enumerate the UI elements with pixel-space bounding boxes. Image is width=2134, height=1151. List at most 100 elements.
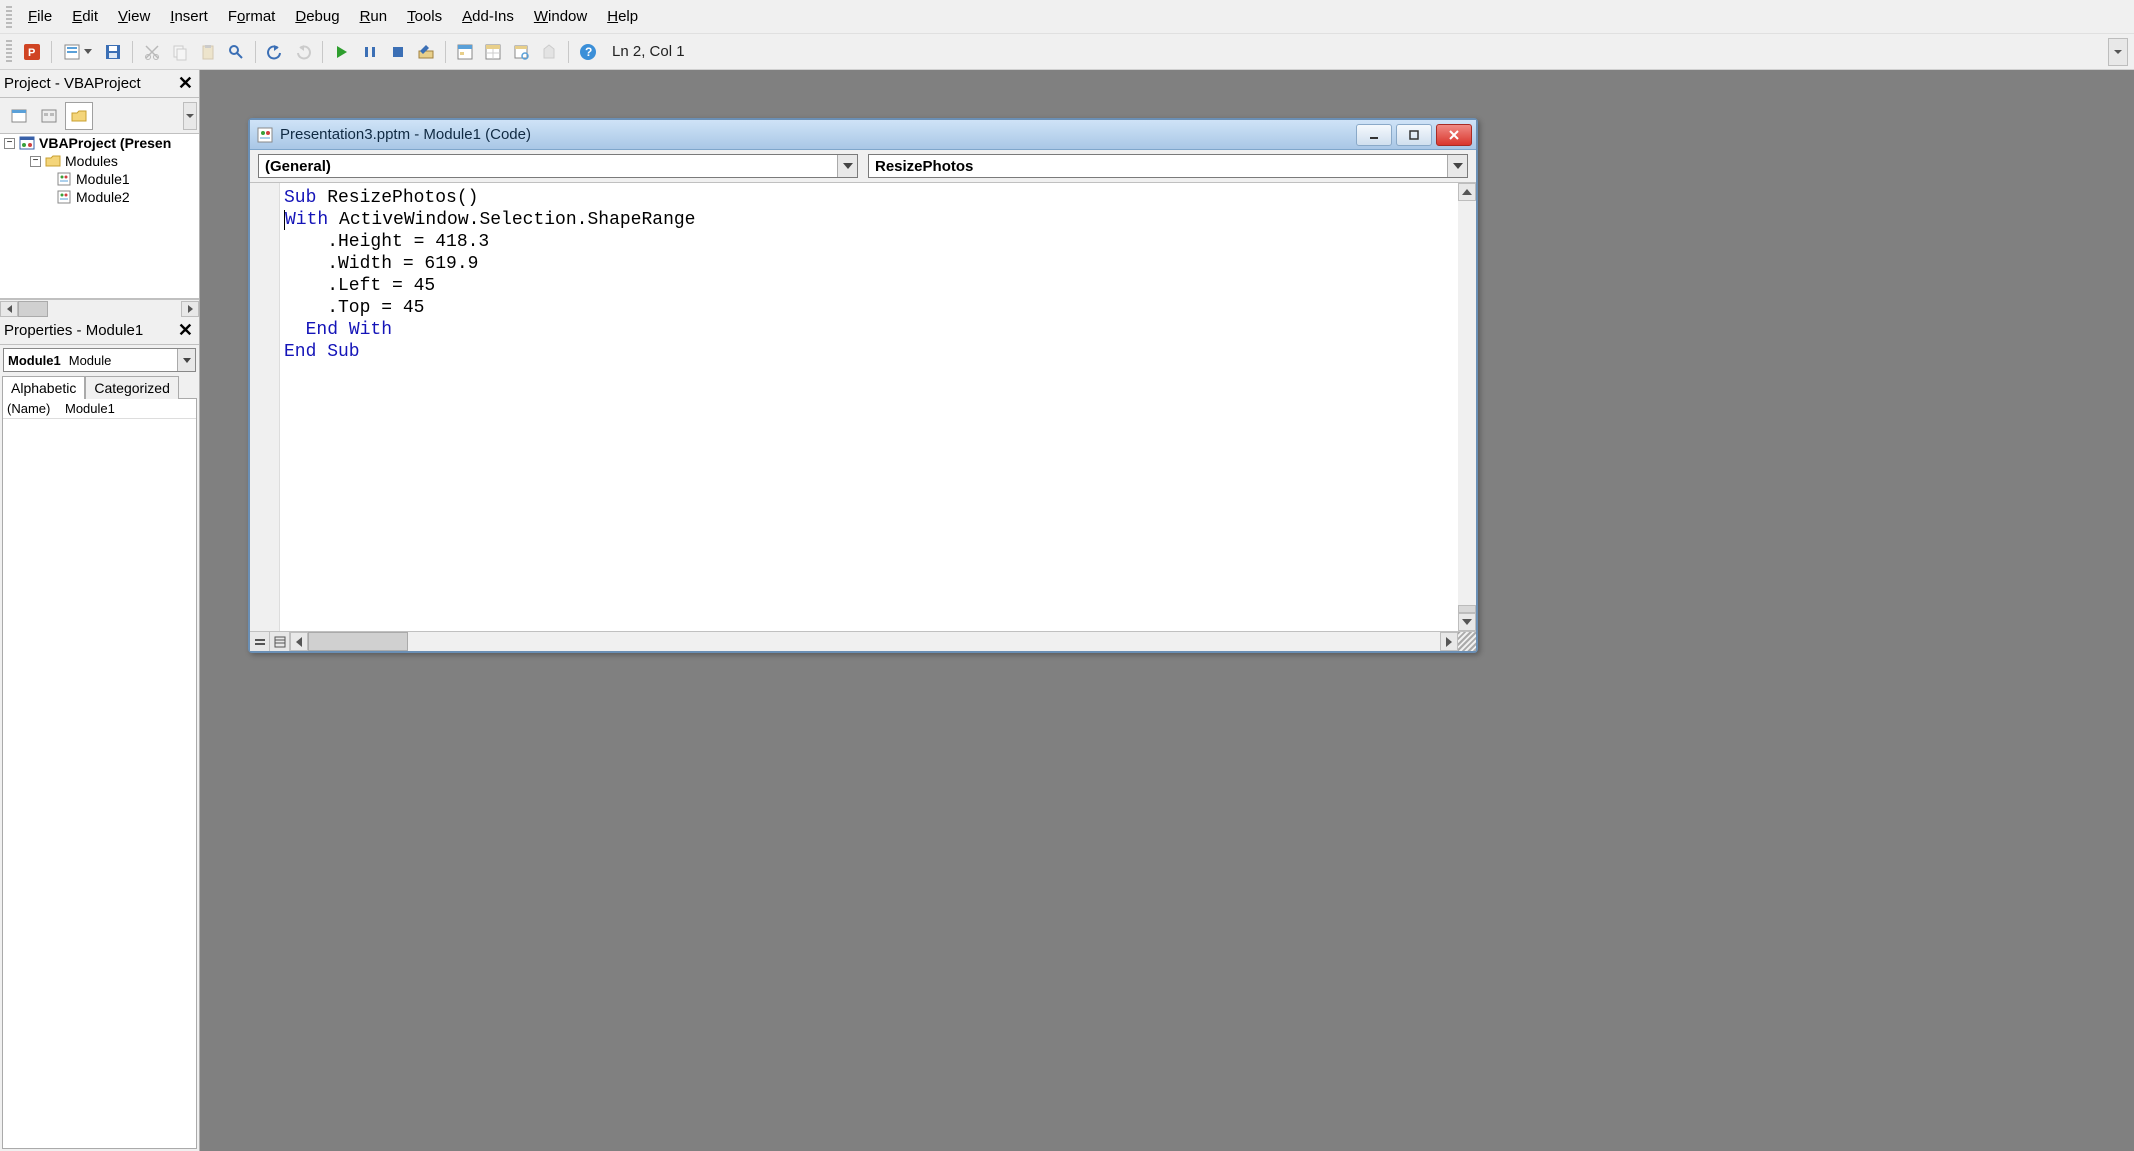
code-margin[interactable] <box>250 183 280 631</box>
scroll-track[interactable] <box>308 632 1440 651</box>
project-explorer-button[interactable] <box>452 39 478 65</box>
code-window-combos: (General) ResizePhotos <box>250 150 1476 183</box>
cut-button[interactable] <box>139 39 165 65</box>
scroll-left-icon[interactable] <box>0 301 18 317</box>
redo-button[interactable] <box>290 39 316 65</box>
toggle-folders-button[interactable] <box>65 102 93 130</box>
tree-module2[interactable]: Module2 <box>0 188 199 206</box>
menu-edit[interactable]: Edit <box>62 4 108 29</box>
project-panel-toolbar <box>0 98 199 134</box>
module-icon <box>56 189 72 205</box>
menu-tools[interactable]: Tools <box>397 4 452 29</box>
find-button[interactable] <box>223 39 249 65</box>
scroll-track[interactable] <box>18 301 181 317</box>
menu-bar: File Edit View Insert Format Debug Run T… <box>0 0 2134 34</box>
dropdown-arrow-icon[interactable] <box>837 155 857 177</box>
scroll-right-icon[interactable] <box>1440 632 1458 651</box>
toolbar: P <box>0 34 2134 70</box>
code-window-titlebar[interactable]: Presentation3.pptm - Module1 (Code) <box>250 120 1476 150</box>
property-value[interactable]: Module1 <box>61 399 196 418</box>
minimize-button[interactable] <box>1356 124 1392 146</box>
toolbox-button[interactable] <box>536 39 562 65</box>
procedure-view-button[interactable] <box>250 632 270 651</box>
properties-window-button[interactable] <box>480 39 506 65</box>
menu-file[interactable]: File <box>18 4 62 29</box>
tab-categorized[interactable]: Categorized <box>85 376 179 399</box>
tree-root-label: VBAProject (Presen <box>39 135 171 151</box>
scroll-thumb[interactable] <box>308 632 408 651</box>
save-button[interactable] <box>100 39 126 65</box>
insert-module-dropdown[interactable] <box>58 39 98 65</box>
tree-root-vbaproject[interactable]: − VBAProject (Presen <box>0 134 199 152</box>
scroll-up-icon[interactable] <box>1458 183 1476 201</box>
code-vscroll[interactable] <box>1458 183 1476 631</box>
toolbar-sep <box>445 41 446 63</box>
properties-panel-title-text: Properties - Module1 <box>4 322 143 339</box>
tree-folder-label: Modules <box>65 153 118 169</box>
project-tree-hscroll[interactable] <box>0 299 199 317</box>
undo-button[interactable] <box>262 39 288 65</box>
tree-folder-modules[interactable]: − Modules <box>0 152 199 170</box>
scroll-track[interactable] <box>1458 201 1476 605</box>
object-combo-value: (General) <box>259 158 337 175</box>
cursor-position-status: Ln 2, Col 1 <box>612 43 685 60</box>
object-combo[interactable]: (General) <box>258 154 858 178</box>
scroll-thumb[interactable] <box>18 301 48 317</box>
scroll-down-icon[interactable] <box>1458 613 1476 631</box>
help-button[interactable]: ? <box>575 39 601 65</box>
split-handle[interactable] <box>1458 605 1476 613</box>
menu-run[interactable]: Run <box>350 4 398 29</box>
menu-window[interactable]: Window <box>524 4 597 29</box>
scroll-right-icon[interactable] <box>181 301 199 317</box>
toolbar-overflow[interactable] <box>2108 38 2128 66</box>
copy-button[interactable] <box>167 39 193 65</box>
module-icon <box>256 126 274 144</box>
project-tree[interactable]: − VBAProject (Presen − Modules Module1 <box>0 134 199 299</box>
procedure-combo[interactable]: ResizePhotos <box>868 154 1468 178</box>
maximize-button[interactable] <box>1396 124 1432 146</box>
scroll-left-icon[interactable] <box>290 632 308 651</box>
view-object-button[interactable] <box>35 102 63 130</box>
dropdown-arrow-icon[interactable] <box>1447 155 1467 177</box>
menu-insert[interactable]: Insert <box>160 4 218 29</box>
tree-collapse-icon[interactable]: − <box>30 156 41 167</box>
menu-help[interactable]: Help <box>597 4 648 29</box>
tree-module1[interactable]: Module1 <box>0 170 199 188</box>
menu-debug[interactable]: Debug <box>285 4 349 29</box>
module-icon <box>56 171 72 187</box>
menubar-grip <box>6 6 12 28</box>
code-window-footer <box>250 631 1476 651</box>
menu-addins[interactable]: Add-Ins <box>452 4 524 29</box>
run-button[interactable] <box>329 39 355 65</box>
view-code-button[interactable] <box>5 102 33 130</box>
code-editor[interactable]: Sub ResizePhotos() With ActiveWindow.Sel… <box>280 183 1458 631</box>
break-button[interactable] <box>357 39 383 65</box>
tab-alphabetic[interactable]: Alphabetic <box>2 376 85 399</box>
design-mode-button[interactable] <box>413 39 439 65</box>
vba-project-icon <box>19 135 35 151</box>
full-module-view-button[interactable] <box>270 632 290 651</box>
toolbar-sep <box>132 41 133 63</box>
properties-tabs: Alphabetic Categorized <box>0 375 199 398</box>
main-area: Project - VBAProject ✕ − VBAProject (Pre… <box>0 70 2134 1151</box>
paste-button[interactable] <box>195 39 221 65</box>
view-powerpoint-button[interactable]: P <box>19 39 45 65</box>
resize-grip[interactable] <box>1458 632 1476 651</box>
project-toolbar-overflow[interactable] <box>183 102 197 130</box>
properties-object-type: Module <box>65 353 116 368</box>
close-button[interactable] <box>1436 124 1472 146</box>
object-browser-button[interactable] <box>508 39 534 65</box>
properties-object-combo[interactable]: Module1 Module <box>3 348 196 372</box>
properties-panel-close[interactable]: ✕ <box>174 320 197 341</box>
project-panel-close[interactable]: ✕ <box>174 73 197 94</box>
reset-button[interactable] <box>385 39 411 65</box>
menu-view[interactable]: View <box>108 4 160 29</box>
tree-module2-label: Module2 <box>76 189 130 205</box>
property-row[interactable]: (Name) Module1 <box>3 399 196 419</box>
properties-grid[interactable]: (Name) Module1 <box>2 398 197 1149</box>
dropdown-arrow-icon[interactable] <box>177 349 195 371</box>
tree-collapse-icon[interactable]: − <box>4 138 15 149</box>
procedure-combo-value: ResizePhotos <box>869 158 979 175</box>
menu-format[interactable]: Format <box>218 4 286 29</box>
mdi-area: Presentation3.pptm - Module1 (Code) (Gen… <box>200 70 2134 1151</box>
